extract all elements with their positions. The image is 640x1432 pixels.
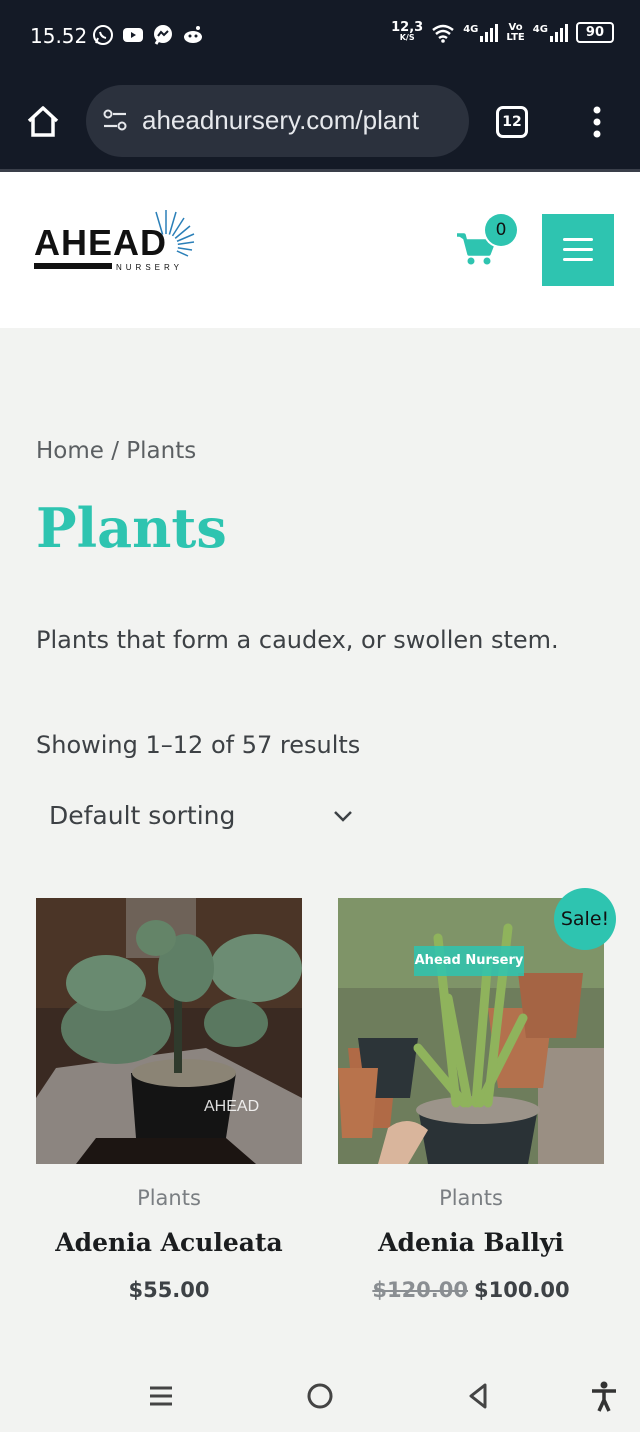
result-count: Showing 1–12 of 57 results [36, 731, 361, 759]
sale-price: $100.00 [474, 1278, 570, 1302]
whatsapp-icon [93, 25, 113, 45]
url-text[interactable]: aheadnursery.com/plant [142, 105, 457, 136]
product-price: $120.00 $100.00 [338, 1278, 604, 1302]
wifi-icon [432, 24, 454, 43]
site-header: AHEAD NURSERY 0 [0, 172, 640, 328]
logo-subtitle: NURSERY [116, 263, 183, 272]
sale-badge: Sale! [554, 888, 616, 950]
logo-wordmark: AHEAD [34, 222, 168, 263]
image-watermark: Ahead Nursery [414, 946, 524, 976]
breadcrumb: Home / Plants [36, 438, 196, 464]
home-icon[interactable] [26, 104, 60, 138]
messenger-icon [154, 25, 172, 45]
youtube-icon [123, 28, 143, 42]
product-title[interactable]: Adenia Ballyi [338, 1228, 604, 1257]
cart-count-badge: 0 [485, 214, 517, 246]
breadcrumb-separator: / [103, 438, 127, 464]
accessibility-icon[interactable] [588, 1380, 620, 1412]
status-time: 15.52 [30, 24, 88, 48]
battery-icon: 90 [575, 22, 614, 43]
site-settings-icon[interactable] [102, 107, 128, 133]
signal-icon: 4G [533, 23, 568, 42]
status-bar: 15.52 12,3 K/S 4G Vo LTE 4G 90 [0, 0, 640, 72]
reddit-icon [184, 26, 202, 43]
breadcrumb-home-link[interactable]: Home [36, 438, 104, 464]
browser-toolbar: aheadnursery.com/plant 12 [0, 72, 640, 172]
page-title: Plants [36, 496, 227, 560]
plant-photo [36, 898, 302, 1164]
menu-toggle-button[interactable] [542, 214, 614, 286]
network-speed: 12,3 K/S [391, 19, 424, 42]
product-category[interactable]: Plants [36, 1186, 302, 1210]
recent-apps-icon[interactable] [145, 1380, 177, 1412]
address-bar[interactable]: aheadnursery.com/plant [86, 85, 469, 157]
sorting-select[interactable]: Default sorting [36, 785, 366, 849]
product-price: $55.00 [36, 1278, 302, 1302]
hamburger-icon [563, 238, 593, 241]
notification-icons [92, 24, 204, 46]
back-icon[interactable] [463, 1380, 495, 1412]
more-vert-icon[interactable] [588, 104, 606, 140]
system-navigation-bar [0, 1362, 640, 1432]
original-price: $120.00 [372, 1278, 468, 1302]
category-description: Plants that form a caudex, or swollen st… [36, 626, 559, 654]
tabs-icon[interactable]: 12 [496, 106, 528, 138]
product-title[interactable]: Adenia Aculeata [36, 1228, 302, 1257]
current-price: $55.00 [128, 1278, 210, 1302]
signal-icon: 4G [463, 23, 499, 42]
image-watermark: AHEAD [204, 1098, 260, 1115]
logo-underline [34, 263, 112, 269]
home-circle-icon[interactable] [304, 1380, 336, 1412]
sorting-selected-value: Default sorting [49, 801, 236, 830]
site-logo[interactable]: AHEAD NURSERY [32, 208, 212, 278]
volte-indicator: Vo LTE [506, 21, 525, 43]
product-category[interactable]: Plants [338, 1186, 604, 1210]
system-icons: 12,3 K/S 4G Vo LTE 4G 90 [391, 19, 614, 43]
breadcrumb-current: Plants [126, 438, 197, 464]
product-image[interactable]: AHEAD [36, 898, 302, 1164]
chevron-down-icon [334, 811, 352, 822]
